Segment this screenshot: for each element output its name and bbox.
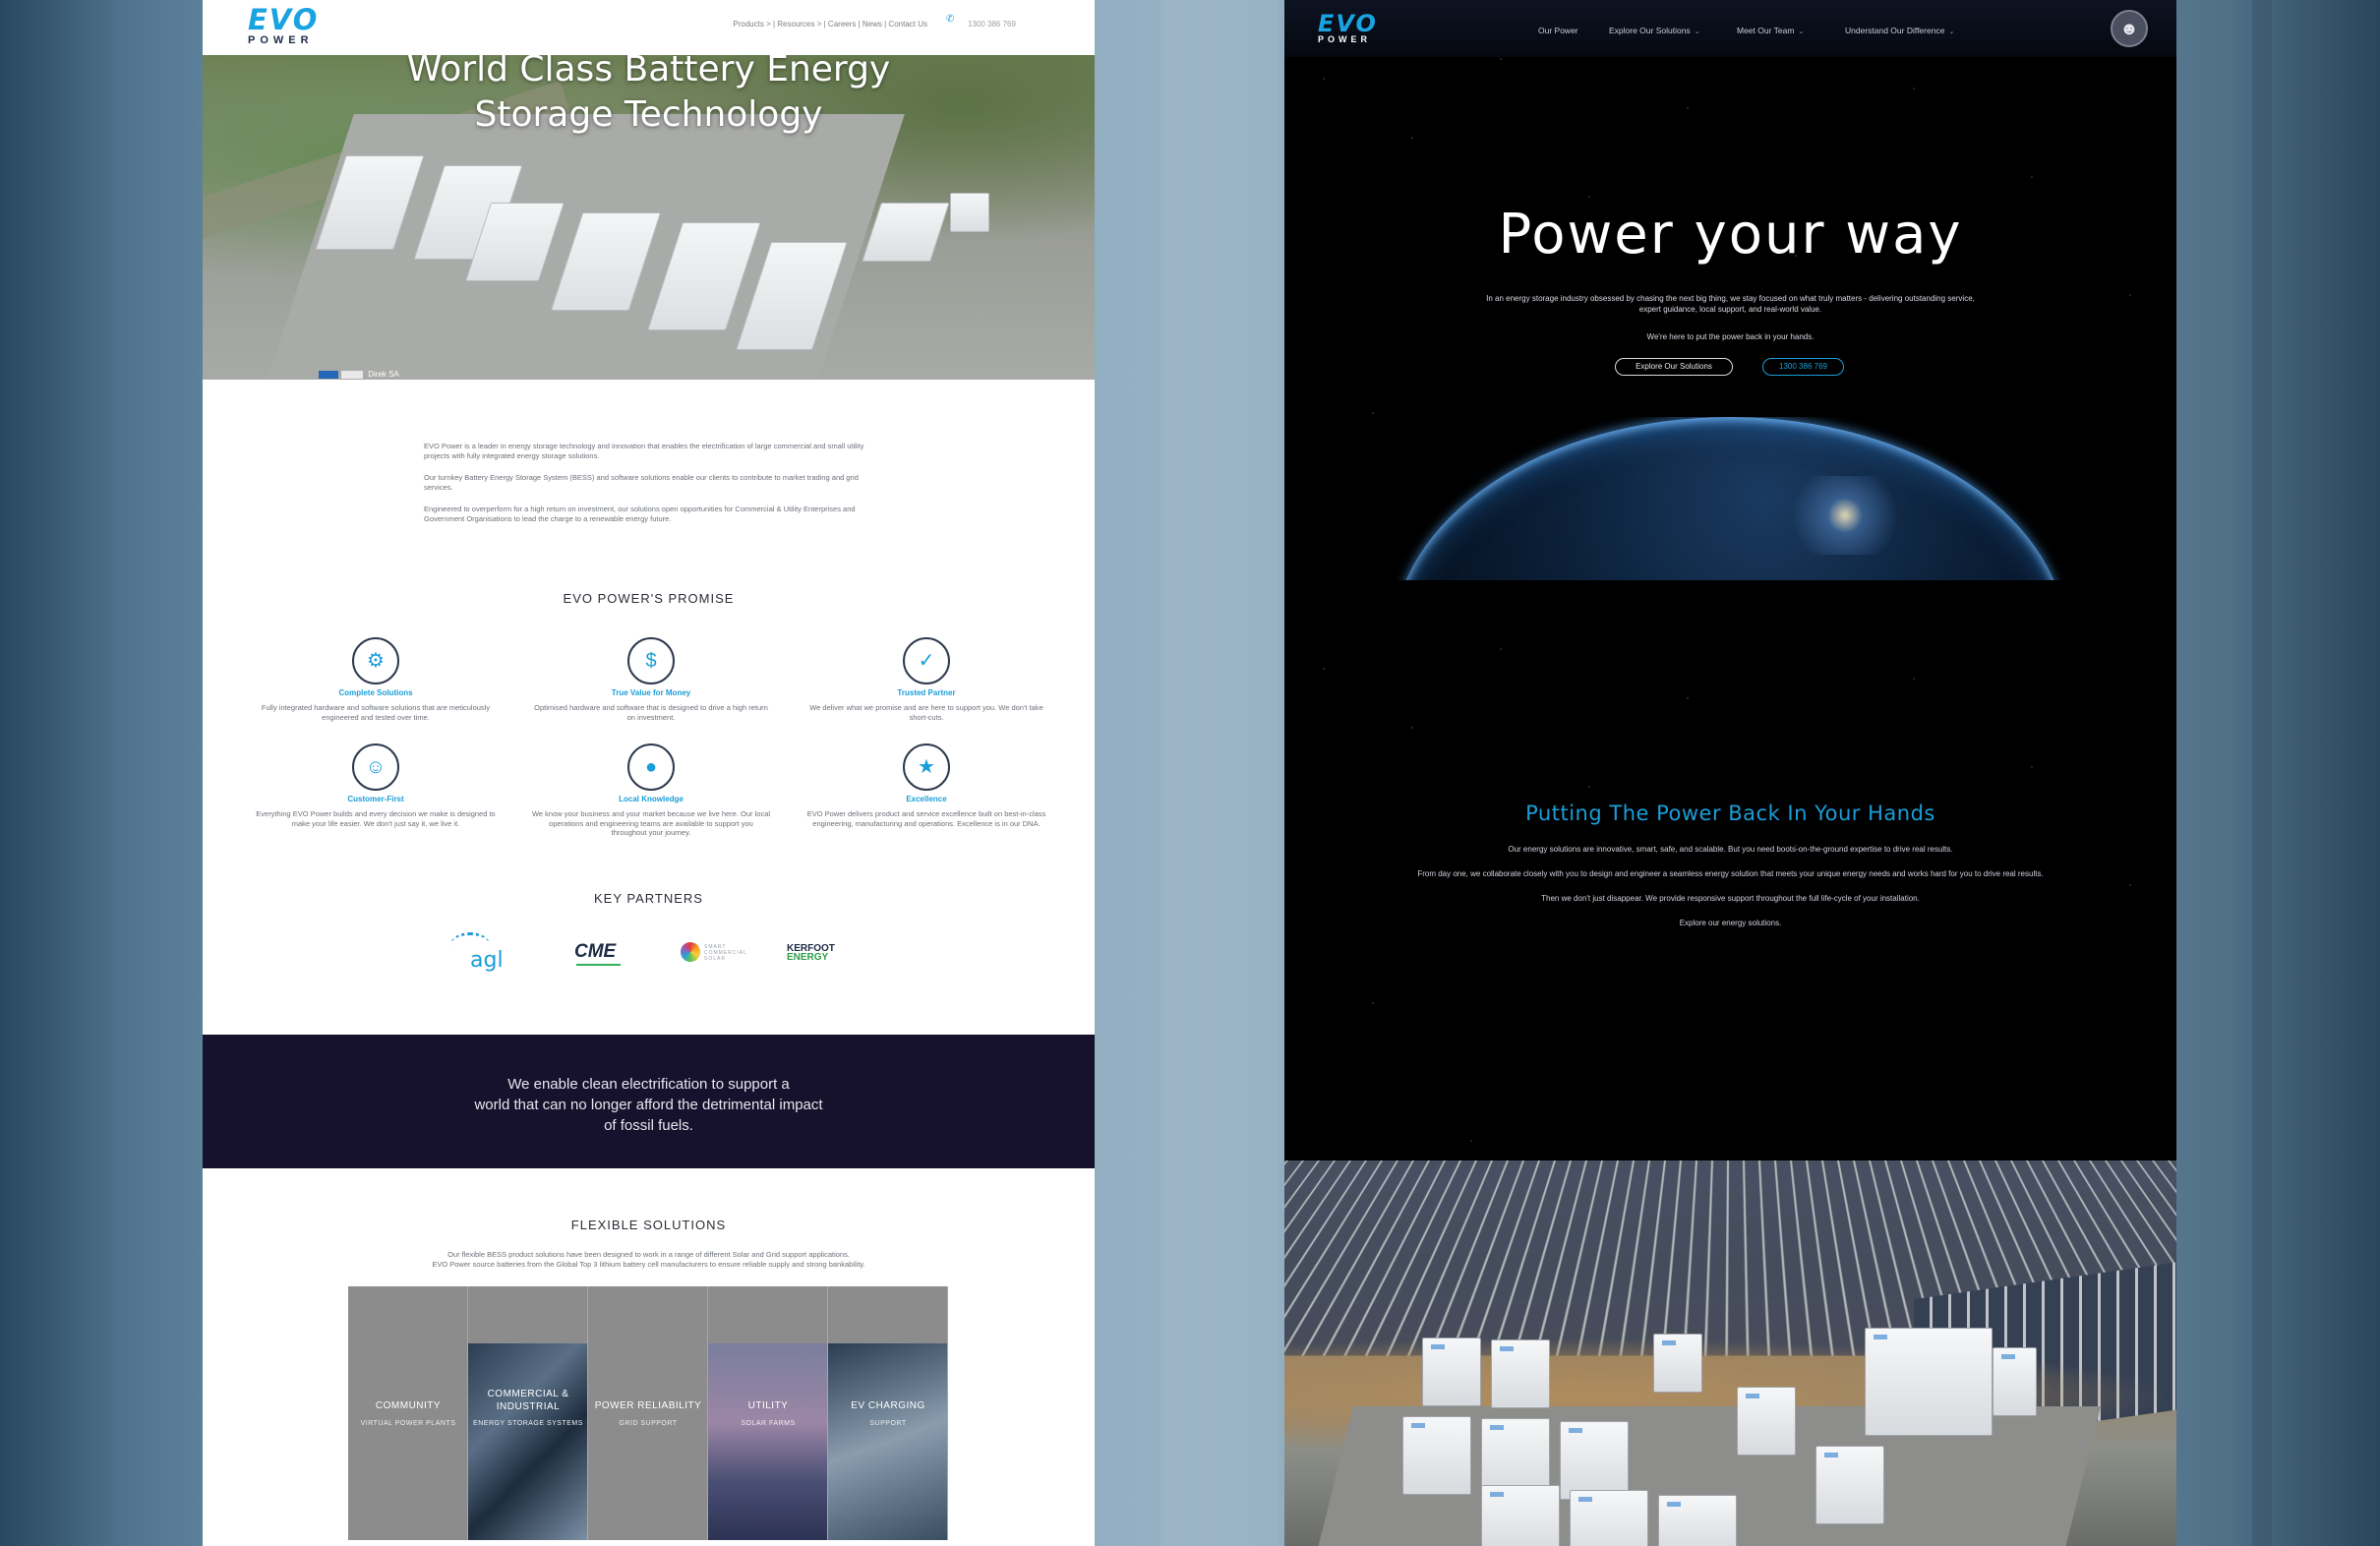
partners-title: KEY PARTNERS <box>594 891 703 906</box>
people-hand-icon: ☺ <box>352 743 399 791</box>
chevron-down-icon: ⌄ <box>1694 29 1700 35</box>
battery-container <box>1653 1334 1702 1393</box>
left-phone-link[interactable]: 1300 386 769 <box>968 20 1016 29</box>
award-badge-icon: ★ <box>903 743 950 791</box>
starfield-background <box>1284 0 2176 1160</box>
background-highlight <box>1160 0 1279 1546</box>
team-gear-icon: ⚙ <box>352 637 399 684</box>
battery-container <box>1737 1387 1796 1456</box>
phone-icon: ✆ <box>946 14 955 25</box>
solution-tiles: COMMUNITY VIRTUAL POWER PLANTS COMMERCIA… <box>348 1286 948 1540</box>
chevron-down-icon: ⌄ <box>1948 29 1955 35</box>
transformer-unit <box>1993 1347 2037 1416</box>
evo-power-logo[interactable]: EVO POWER <box>248 6 319 46</box>
section-title: Putting The Power Back In Your Hands <box>1525 802 1935 825</box>
section-copy: Our energy solutions are innovative, sma… <box>1412 844 2049 942</box>
battery-container <box>1658 1495 1737 1546</box>
new-website-page: EVO POWER Our Power Explore Our Solution… <box>1284 0 2176 1546</box>
flexible-solutions-subtitle: Our flexible BESS product solutions have… <box>432 1250 865 1269</box>
battery-container <box>1481 1485 1560 1546</box>
left-hero-title: World Class Battery Energy Storage Techn… <box>406 55 891 135</box>
nav-understand-difference[interactable]: Understand Our Difference ⌄ <box>1845 26 1954 35</box>
tile-image-pylon <box>708 1343 827 1540</box>
promise-item: ✓ Trusted Partner We deliver what we pro… <box>799 637 1054 722</box>
tile-power-reliability[interactable]: POWER RELIABILITY GRID SUPPORT <box>588 1286 708 1540</box>
earth-horizon-image <box>1393 417 2067 580</box>
tile-ev-charging[interactable]: EV CHARGING SUPPORT <box>828 1286 948 1540</box>
location-pin-icon: ● <box>627 743 675 791</box>
handshake-shield-icon: ✓ <box>903 637 950 684</box>
battery-container <box>1402 1416 1471 1495</box>
tile-community[interactable]: COMMUNITY VIRTUAL POWER PLANTS <box>348 1286 468 1540</box>
battery-container <box>1491 1339 1550 1408</box>
inverter-unit <box>862 203 950 262</box>
gear-dollar-icon: $ <box>627 637 675 684</box>
cme-logo[interactable]: CME <box>566 928 635 980</box>
battery-container <box>1560 1421 1629 1500</box>
nav-meet-team[interactable]: Meet Our Team ⌄ <box>1737 26 1804 35</box>
promise-item: ⚙ Complete Solutions Fully integrated ha… <box>248 637 504 722</box>
smart-commercial-solar-logo[interactable]: SMART COMMERCIAL SOLAR <box>681 928 759 980</box>
partner-logos: agl CME SMART COMMERCIAL SOLAR KERFOOT EN… <box>448 928 862 980</box>
evo-tag-icon <box>319 370 338 379</box>
background-edge <box>2252 0 2272 1546</box>
right-header: EVO POWER Our Power Explore Our Solution… <box>1284 0 2176 57</box>
flexible-solutions-title: FLEXIBLE SOLUTIONS <box>570 1218 727 1232</box>
battery-container <box>1422 1338 1481 1406</box>
chevron-down-icon: ⌄ <box>1798 29 1805 35</box>
phone-button[interactable]: 1300 386 769 <box>1762 358 1844 376</box>
kerfoot-energy-logo[interactable]: KERFOOT ENERGY <box>785 928 863 980</box>
promise-item: ☺ Customer-First Everything EVO Power bu… <box>248 743 504 828</box>
astronaut-icon[interactable]: ☻ <box>2111 10 2148 47</box>
promise-item: $ True Value for Money Optimised hardwar… <box>523 637 779 722</box>
battery-container <box>1815 1446 1884 1524</box>
mission-statement: We enable clean electrification to suppo… <box>474 1076 823 1134</box>
nav-our-power[interactable]: Our Power <box>1538 26 1578 35</box>
promise-item: ● Local Knowledge We know your business … <box>523 743 779 838</box>
solar-battery-site-photo <box>1284 1160 2176 1546</box>
tile-image-buildings <box>468 1343 587 1540</box>
evo-power-logo[interactable]: EVO POWER <box>1318 12 1378 44</box>
intro-copy: EVO Power is a leader in energy storage … <box>424 442 864 523</box>
hero-caption: Direk SA <box>319 370 399 379</box>
explore-solutions-link[interactable]: Explore our energy solutions. <box>1412 918 2049 928</box>
explore-solutions-button[interactable]: Explore Our Solutions <box>1615 358 1733 376</box>
power-conversion-station <box>1865 1328 1993 1436</box>
promise-title: EVO POWER'S PROMISE <box>563 591 735 606</box>
agl-logo[interactable]: agl <box>448 928 517 980</box>
left-nav-menu[interactable]: Products > | Resources > | Careers | New… <box>733 20 927 29</box>
tile-image-ev-charger <box>828 1343 947 1540</box>
hero-subtitle: In an energy storage industry obsessed b… <box>1486 294 1975 314</box>
battery-container <box>1570 1490 1648 1546</box>
hero-tagline: We're here to put the power back in your… <box>1646 332 1815 341</box>
left-header: EVO POWER Products > | Resources > | Car… <box>203 0 1095 55</box>
mission-band: We enable clean electrification to suppo… <box>203 1035 1095 1168</box>
partner-tag-icon <box>341 370 363 379</box>
transformer-unit <box>950 193 989 232</box>
tile-commercial-industrial[interactable]: COMMERCIAL & INDUSTRIAL ENERGY STORAGE S… <box>468 1286 588 1540</box>
hero-title: Power your way <box>1498 203 1963 267</box>
left-hero-banner: World Class Battery Energy Storage Techn… <box>203 55 1095 380</box>
nav-explore-solutions[interactable]: Explore Our Solutions ⌄ <box>1609 26 1700 35</box>
background-left-shade <box>0 0 118 1546</box>
old-website-page: EVO POWER Products > | Resources > | Car… <box>203 0 1095 1546</box>
tile-utility[interactable]: UTILITY SOLAR FARMS <box>708 1286 828 1540</box>
promise-item: ★ Excellence EVO Power delivers product … <box>799 743 1054 828</box>
